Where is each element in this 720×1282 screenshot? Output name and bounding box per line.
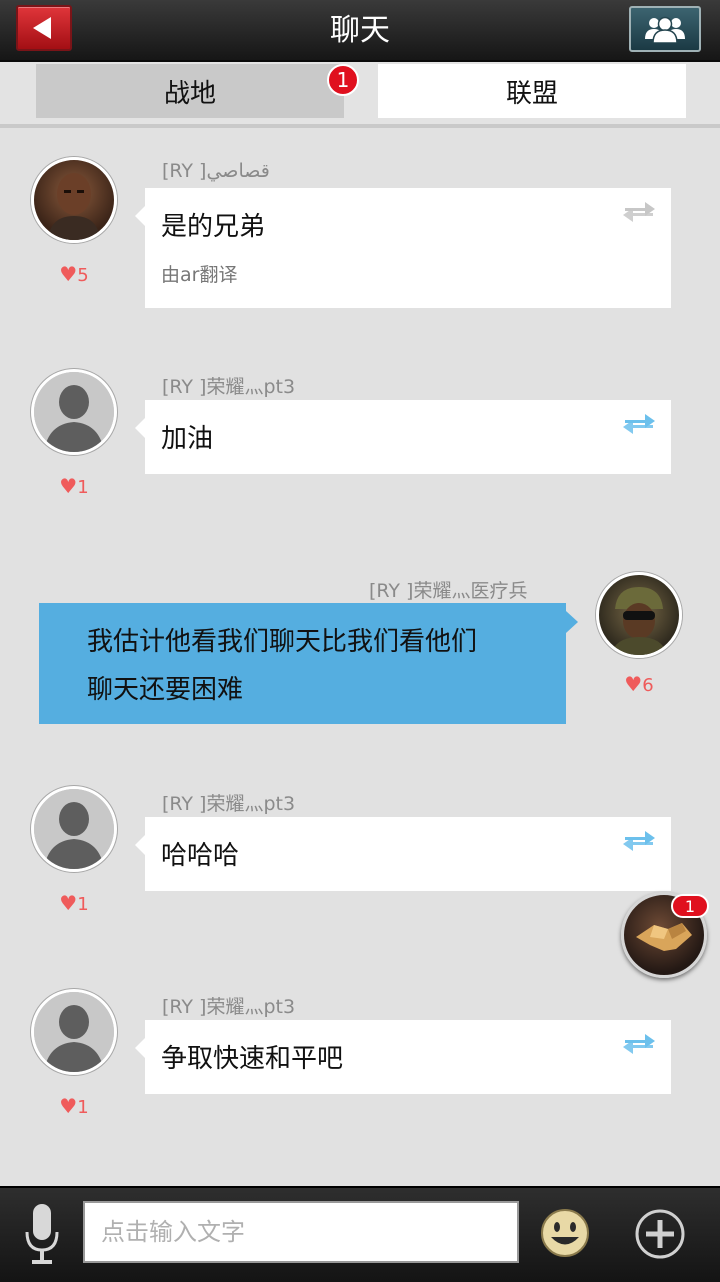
message-input[interactable]	[83, 1201, 519, 1263]
soldier-portrait-icon	[48, 173, 100, 240]
bald-soldier-avatar[interactable]	[31, 157, 117, 243]
message-text-line-2: 聊天还要困难	[87, 675, 244, 705]
like-count[interactable]: ♥5	[31, 262, 117, 286]
sender-name: [RY ]荣耀灬pt3	[162, 793, 296, 815]
translation-note: 由ar翻译	[161, 264, 238, 286]
like-count[interactable]: ♥6	[596, 672, 682, 696]
silhouette-icon	[34, 372, 114, 452]
microphone-icon[interactable]	[22, 1202, 62, 1266]
input-bar	[0, 1186, 720, 1282]
message-text: 哈哈哈	[161, 841, 240, 871]
tab-bar: 战地 联盟	[0, 62, 720, 128]
like-count[interactable]: ♥1	[31, 891, 117, 915]
helmet-soldier-icon	[611, 587, 667, 655]
message-text: 加油	[161, 424, 214, 454]
sender-name: [RY ]荣耀灬pt3	[162, 376, 296, 398]
translate-icon[interactable]	[621, 198, 657, 226]
helmet-soldier-avatar[interactable]	[596, 572, 682, 658]
default-avatar[interactable]	[31, 369, 117, 455]
translate-icon[interactable]	[621, 1030, 657, 1058]
message-text: 争取快速和平吧	[161, 1044, 344, 1074]
header-bar: 聊天	[0, 0, 720, 62]
default-avatar[interactable]	[31, 989, 117, 1075]
tab-alliance[interactable]: 联盟	[378, 64, 686, 118]
like-count[interactable]: ♥1	[31, 1094, 117, 1118]
tab-battlefield-badge: 1	[327, 64, 359, 96]
message-bubble[interactable]: 是的兄弟 由ar翻译	[135, 188, 671, 308]
tab-alliance-label: 联盟	[505, 78, 558, 109]
alliance-help-badge: 1	[671, 894, 709, 918]
tab-battlefield[interactable]: 战地	[36, 64, 344, 118]
own-message-bubble[interactable]: 我估计他看我们聊天比我们看他们 聊天还要困难	[39, 603, 578, 724]
sender-name: [RY ]قصاصي	[162, 160, 270, 182]
message-bubble[interactable]: 哈哈哈	[135, 817, 671, 891]
plus-circle-icon[interactable]	[634, 1208, 686, 1260]
sender-name: [RY ]荣耀灬pt3	[162, 996, 296, 1018]
sender-name: [RY ]荣耀灬医疗兵	[369, 580, 528, 602]
group-members-button[interactable]	[629, 6, 701, 52]
message-bubble[interactable]: 加油	[135, 400, 671, 474]
translate-icon[interactable]	[621, 827, 657, 855]
message-text-line-1: 我估计他看我们聊天比我们看他们	[87, 627, 478, 657]
tab-battlefield-label: 战地	[163, 78, 216, 109]
group-icon	[645, 16, 685, 43]
page-title: 聊天	[330, 13, 390, 48]
like-count[interactable]: ♥1	[31, 474, 117, 498]
translate-icon[interactable]	[621, 410, 657, 438]
message-text: 是的兄弟	[161, 212, 266, 242]
message-bubble[interactable]: 争取快速和平吧	[135, 1020, 671, 1094]
default-avatar[interactable]	[31, 786, 117, 872]
silhouette-icon	[34, 789, 114, 869]
smiley-icon[interactable]	[540, 1208, 590, 1258]
silhouette-icon	[34, 992, 114, 1072]
